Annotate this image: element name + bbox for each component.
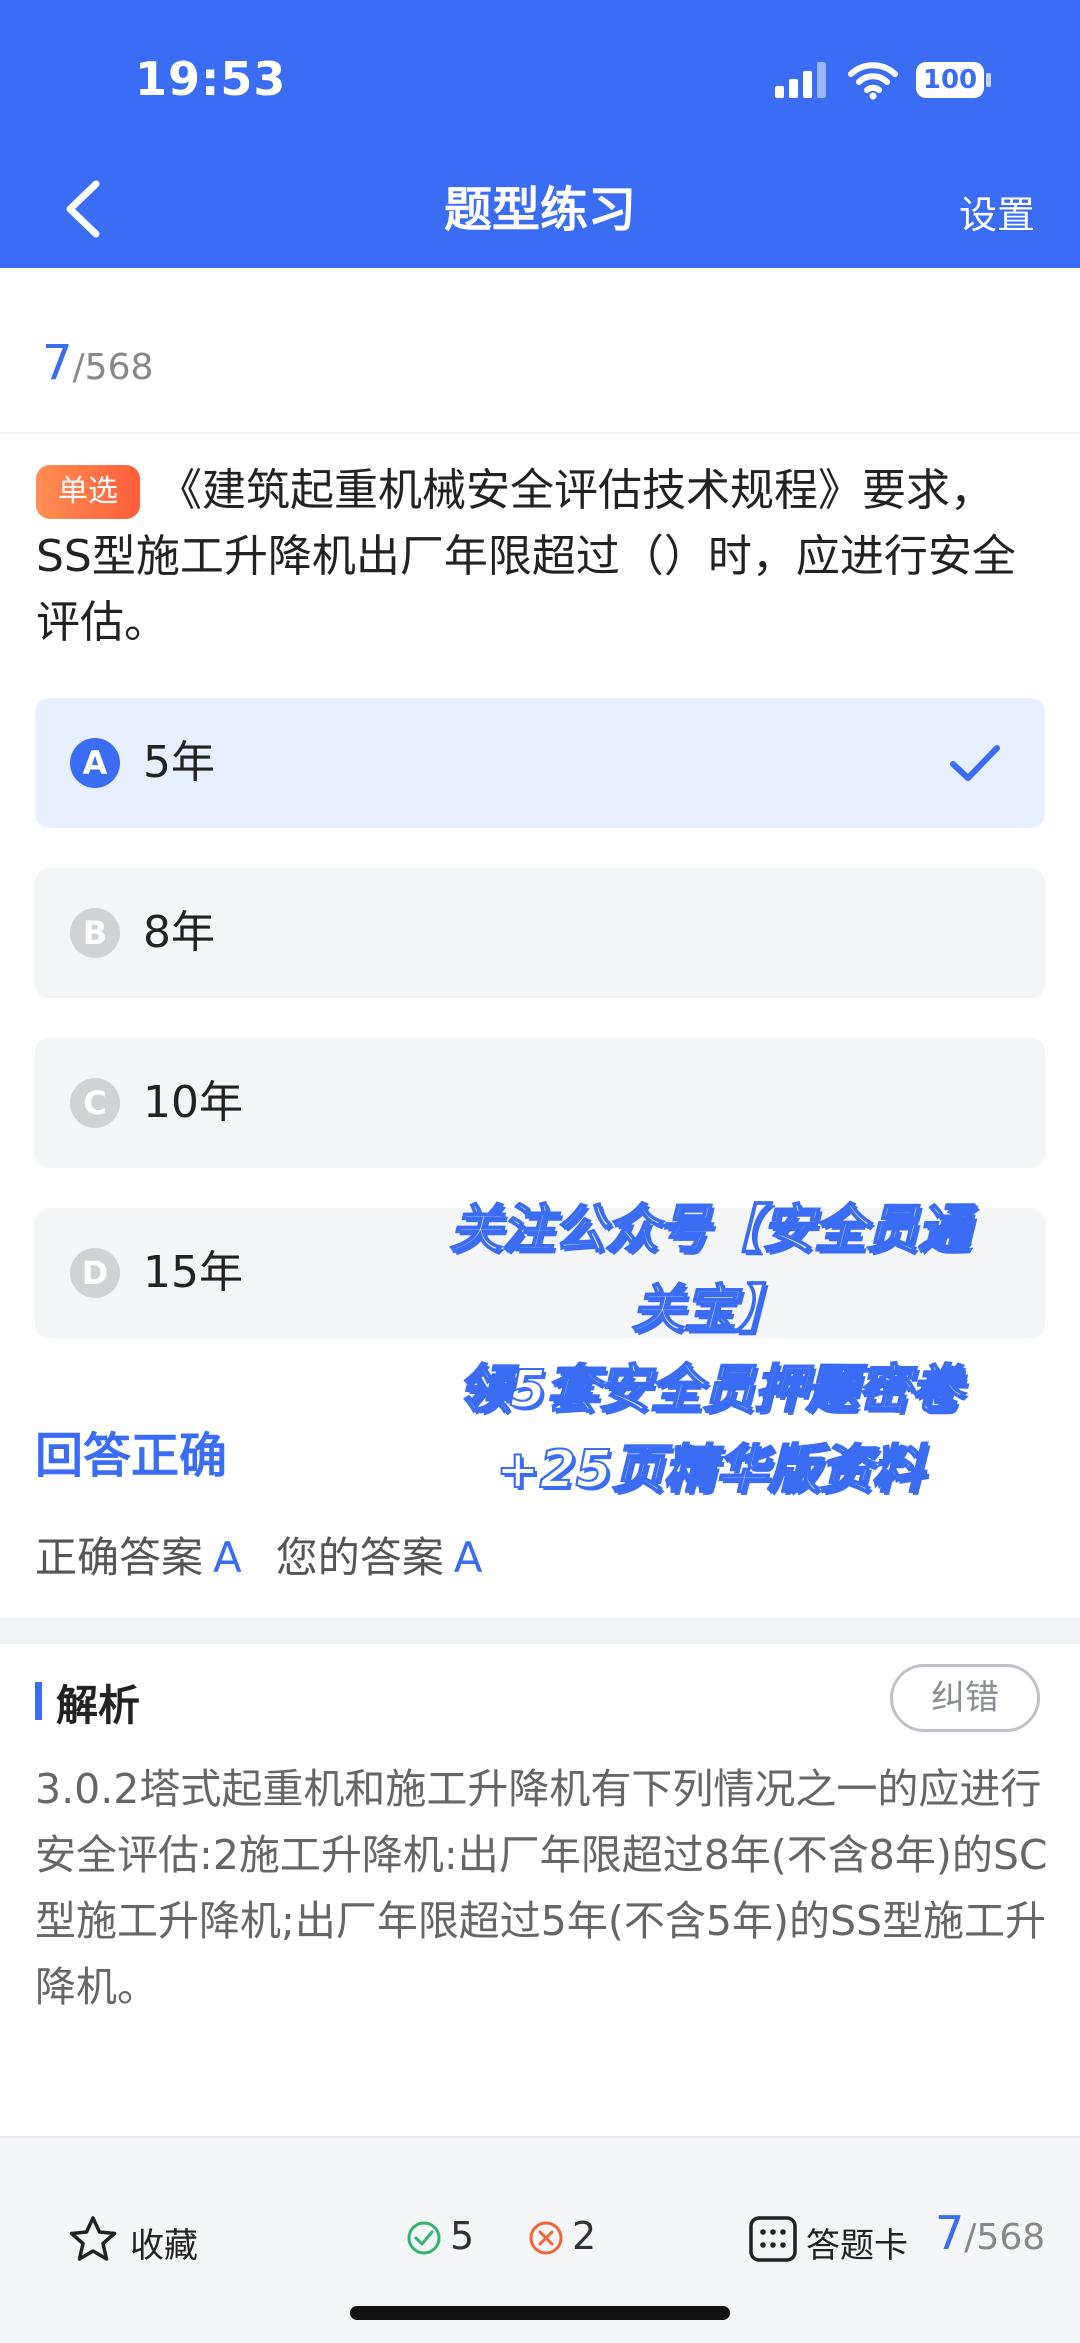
progress-current: 7 (42, 335, 73, 391)
battery-level: 100 (922, 65, 978, 95)
bottom-progress-current: 7 (935, 2206, 965, 2260)
watermark-line: +25页精华版资料 (495, 1439, 925, 1501)
question-stem: 单选 《建筑起重机械安全评估技术规程》要求，SS型施工升降机出厂年限超过（）时，应… (36, 458, 1046, 656)
top-bar: 19:53 100 题型练习 设置 (0, 0, 1080, 268)
option-text: 15年 (143, 1247, 243, 1298)
option-a[interactable]: A 5年 (35, 698, 1045, 828)
option-letter-badge: D (70, 1248, 120, 1298)
correct-count-icon (407, 2221, 441, 2255)
answer-card-button[interactable]: 答题卡 (806, 2218, 908, 2267)
result-title: 回答正确 (35, 1428, 228, 1484)
report-error-button[interactable]: 纠错 (890, 1664, 1040, 1732)
settings-button[interactable]: 设置 (959, 184, 1035, 239)
option-text: 10年 (143, 1077, 243, 1128)
home-indicator[interactable] (350, 2306, 730, 2320)
star-icon[interactable] (68, 2215, 118, 2263)
favorite-button[interactable]: 收藏 (130, 2218, 198, 2267)
check-icon (950, 745, 1000, 781)
page-title: 题型练习 (443, 182, 636, 238)
question-text: 《建筑起重机械安全评估技术规程》要求，SS型施工升降机出厂年限超过（）时，应进行… (36, 465, 1016, 648)
divider (0, 432, 1080, 434)
status-time: 19:53 (135, 52, 287, 106)
bottom-progress-total: /568 (964, 2217, 1046, 2258)
your-answer-label: 您的答案 (275, 1533, 444, 1582)
bottom-progress: 7/568 (935, 2206, 1045, 2260)
cellular-signal-icon (775, 62, 826, 98)
answer-summary: 正确答案 A 您的答案 A (35, 1524, 483, 1585)
correct-answer-value: A (213, 1533, 242, 1582)
watermark-line: 关宝】 (631, 1279, 789, 1341)
your-answer-value: A (453, 1533, 483, 1582)
section-marker (35, 1682, 42, 1720)
option-text: 8年 (143, 907, 215, 958)
section-separator (0, 1618, 1080, 1644)
wifi-icon (848, 62, 898, 100)
watermark-line: 关注公众号【安全员通 (449, 1199, 971, 1261)
option-letter-badge: B (70, 908, 120, 958)
watermark-line: 领5套安全员押题密卷 (457, 1359, 963, 1421)
wrong-count-icon (529, 2221, 563, 2255)
option-text: 5年 (143, 737, 215, 788)
battery-icon: 100 (916, 60, 992, 100)
analysis-title: 解析 (56, 1681, 141, 1730)
correct-answer-label: 正确答案 (35, 1533, 204, 1582)
progress-total: /568 (72, 347, 154, 388)
option-letter-badge: C (70, 1078, 120, 1128)
answer-card-icon[interactable] (748, 2215, 798, 2263)
wrong-count: 2 (572, 2214, 597, 2258)
option-letter-badge: A (70, 738, 120, 788)
option-b[interactable]: B 8年 (35, 868, 1045, 998)
analysis-text: 3.0.2塔式起重机和施工升降机有下列情况之一的应进行安全评估:2施工升降机:出… (35, 1765, 1048, 2011)
option-c[interactable]: C 10年 (35, 1038, 1045, 1168)
promo-watermark: 关注公众号【安全员通 关宝】 领5套安全员押题密卷 +25页精华版资料 (410, 1190, 1010, 1510)
question-type-badge: 单选 (36, 465, 140, 519)
question-progress: 7/568 (42, 335, 153, 391)
correct-count: 5 (450, 2214, 475, 2258)
